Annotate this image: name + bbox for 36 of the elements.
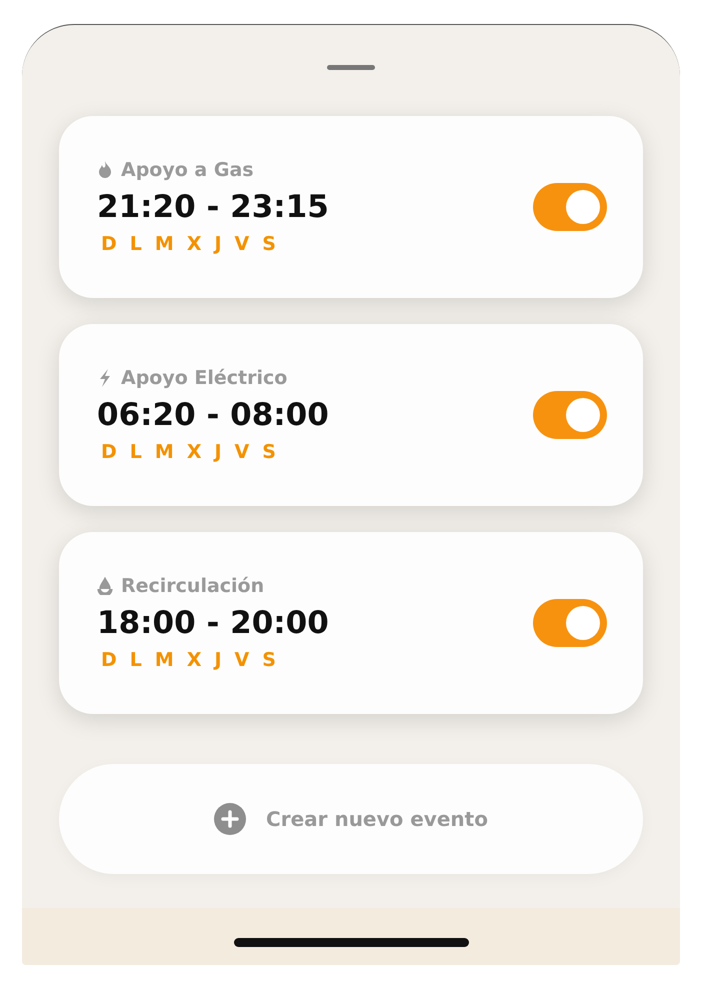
plus-icon [214,803,246,835]
event-time: 18:00 - 20:00 [97,605,330,641]
weekday-label: L [130,233,142,255]
drag-handle[interactable] [327,65,375,70]
weekday-label: S [262,233,276,255]
weekday-label: V [234,441,250,463]
weekday-label: J [214,233,222,255]
weekday-label: V [234,233,250,255]
weekday-label: D [101,441,117,463]
event-time: 21:20 - 23:15 [97,189,330,225]
weekday-label: X [186,649,202,671]
lightning-icon [97,369,113,387]
weekday-label: L [130,649,142,671]
event-title: Apoyo Eléctrico [121,367,288,389]
weekday-label: M [154,649,174,671]
create-event-button[interactable]: Crear nuevo evento [59,764,643,874]
weekday-label: D [101,233,117,255]
weekday-label: M [154,233,174,255]
flame-icon [97,161,113,179]
toggle-switch[interactable] [533,391,607,439]
weekday-label: D [101,649,117,671]
weekday-label: X [186,441,202,463]
water-drop-icon [97,577,113,595]
event-time: 06:20 - 08:00 [97,397,330,433]
toggle-switch[interactable] [533,183,607,231]
toggle-switch[interactable] [533,599,607,647]
weekday-label: V [234,649,250,671]
weekday-label: S [262,649,276,671]
weekday-label: L [130,441,142,463]
weekday-label: M [154,441,174,463]
weekday-label: S [262,441,276,463]
weekday-label: J [214,649,222,671]
weekday-label: X [186,233,202,255]
event-title: Recirculación [121,575,264,597]
weekday-label: J [214,441,222,463]
event-title: Apoyo a Gas [121,159,254,181]
